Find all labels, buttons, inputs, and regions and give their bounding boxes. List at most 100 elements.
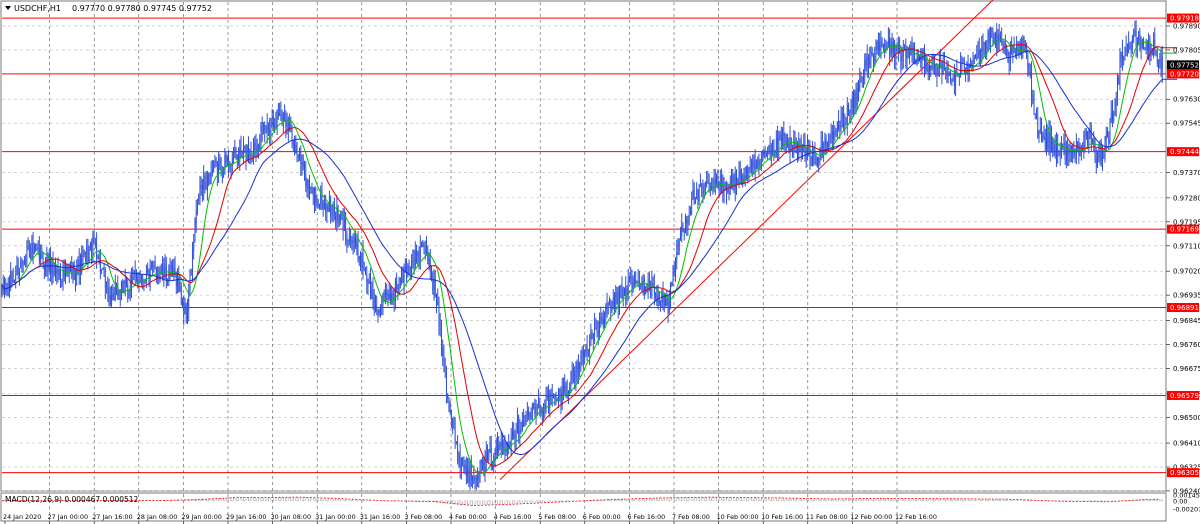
forex-chart[interactable]: 0.97890 0.97805 0.97630 0.97545 0.97370 0.972… [0,0,1200,524]
candle-body [681,225,683,236]
candle-body [1059,153,1061,155]
candle-body [575,362,577,380]
candle-body [320,193,322,205]
candle-body [566,391,568,393]
candle-body [1067,146,1069,155]
candle-body [261,125,263,132]
price-axis-label: 0.96935 [1173,292,1200,300]
candle-body [142,275,144,280]
candle-body [530,413,532,419]
candle-body [153,265,155,268]
candle-body [538,401,539,409]
candle-body [55,268,56,273]
candle-body [207,174,208,190]
candle-body [449,407,451,413]
time-axis-label: 29 Jan 00:00 [181,513,221,521]
candle-body [1095,158,1097,167]
candle-body [361,252,363,268]
candle-body [202,185,203,190]
candle-body [340,215,342,218]
candle-body [597,330,599,334]
candle-body [899,44,900,54]
candle-body [865,56,867,60]
candle-body [378,309,380,315]
candle-body [749,167,751,170]
candle-body [483,459,485,474]
price-level-label: 0.97720 [1170,70,1199,78]
candle-body [657,294,659,303]
candle-body [568,391,569,394]
candle-body [152,265,154,268]
candle-body [655,292,656,297]
candle-body [1120,51,1122,60]
time-axis-label: 24 Jan 2020 [3,513,41,521]
candle-body [117,283,119,296]
candle-body [751,161,752,168]
price-level-label: 0.96579 [1170,392,1199,400]
candle-body [305,173,307,188]
candle-body [732,174,734,183]
candle-body [1039,129,1041,132]
candle-body [682,225,684,229]
candle-body [1153,39,1154,56]
candle-body [60,275,61,282]
candle-body [280,114,282,118]
price-axis-label: 0.97020 [1173,268,1200,276]
candle-body [421,246,422,248]
candle-body [502,444,503,447]
time-axis-label: 6 Feb 00:00 [583,513,621,521]
candle-body [327,206,329,211]
candle-body [38,247,40,262]
candle-body [159,274,161,276]
candle-body [736,173,737,184]
candle-body [437,300,439,306]
candle-body [462,457,464,465]
candle-body [513,431,515,440]
candle-body [21,260,23,262]
candle-body [627,281,629,295]
candle-body [490,447,492,463]
candle-body [1123,58,1125,59]
candle-body [14,279,15,281]
time-axis-label: 7 Feb 08:00 [672,513,710,521]
candle-body [454,429,456,442]
candle-body [864,59,866,78]
candle-body [460,457,462,469]
candle-body [1130,47,1132,49]
candle-body [1057,144,1059,153]
macd-label: MACD(12,26,9) 0.000467 0.000512 [5,495,139,504]
candle-body [780,134,782,148]
candle-body [768,145,770,153]
candle-body [692,189,694,199]
candle-body [818,157,820,163]
candle-body [91,243,93,257]
candle-body [550,393,552,396]
candle-body [610,304,612,310]
candle-body [630,276,632,279]
candle-body [800,146,802,151]
candle-body [576,362,578,372]
candle-body [789,138,791,152]
candle-body [383,291,385,297]
candle-body [946,71,948,74]
candle-body [187,310,188,323]
candle-body [514,437,516,440]
candle-body [195,210,197,229]
candle-body [463,464,465,469]
candle-body [921,58,923,63]
candle-body [843,113,844,129]
candle-body [482,459,483,465]
macd-axis-label: -0.002078 [1173,506,1200,514]
candle-body [1009,47,1011,64]
candle-body [728,188,730,190]
candle-body [132,277,134,281]
candle-body [784,139,786,143]
candle-body [523,420,525,427]
candle-body [753,160,755,168]
candle-body [758,160,760,167]
candle-body [370,280,371,299]
candle-body [266,124,268,133]
candle-body [72,263,74,276]
candle-body [829,140,831,143]
candle-body [1064,142,1066,161]
